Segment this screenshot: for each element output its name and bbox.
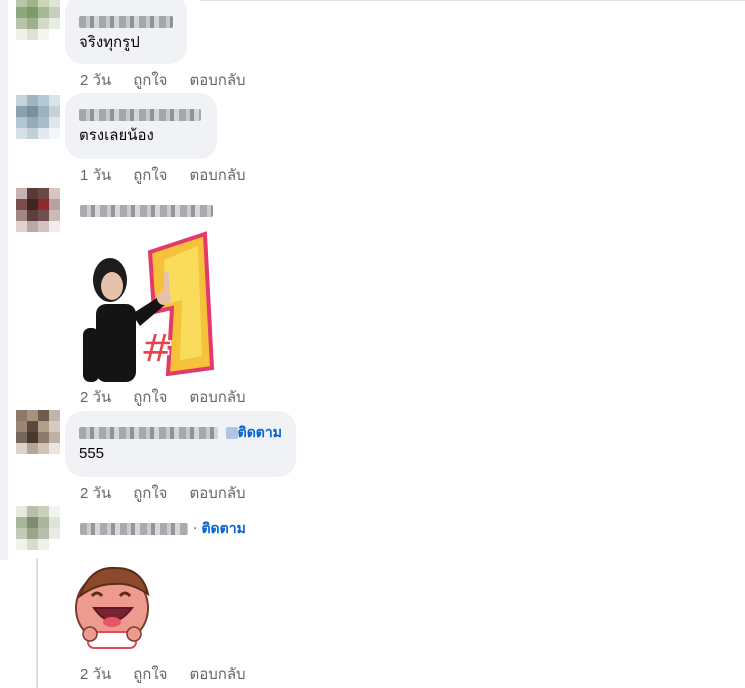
avatar[interactable] [16, 188, 60, 232]
separator-dot: · [193, 521, 198, 537]
left-rail [0, 0, 8, 560]
comment-text: ตรงเลยน้อง [79, 127, 154, 144]
verified-mark [225, 427, 238, 439]
comment-text: 555 [79, 445, 105, 462]
reply-button[interactable]: ตอบกลับ [189, 163, 245, 187]
comment-time-link[interactable]: 1 วัน [80, 163, 111, 187]
comment-time-link[interactable]: 2 วัน [80, 481, 111, 505]
commenter-name[interactable] [79, 105, 203, 125]
comment-header: · ติดตาม [80, 519, 246, 539]
comment-actions: 1 วัน ถูกใจ ตอบกลับ [80, 163, 246, 187]
avatar[interactable] [16, 95, 60, 139]
commenter-name[interactable] [79, 427, 218, 439]
avatar[interactable] [16, 506, 60, 550]
comment-time-link[interactable]: 2 วัน [80, 662, 111, 686]
comment-actions: 2 วัน ถูกใจ ตอบกลับ [80, 68, 246, 92]
comment-text: จริงทุกรูป [79, 34, 140, 51]
comment-actions: 2 วัน ถูกใจ ตอบกลับ [80, 385, 246, 409]
comment-time-link[interactable]: 2 วัน [80, 68, 111, 92]
reply-button[interactable]: ตอบกลับ [189, 385, 245, 409]
comment-actions: 2 วัน ถูกใจ ตอบกลับ [80, 481, 246, 505]
svg-text:#: # [140, 326, 174, 372]
like-button[interactable]: ถูกใจ [133, 385, 167, 409]
like-button[interactable]: ถูกใจ [133, 662, 167, 686]
like-button[interactable]: ถูกใจ [133, 68, 167, 92]
follow-link[interactable]: ติดตาม [201, 518, 245, 540]
comment-bubble: ติดตาม 555 [65, 411, 296, 477]
number-one-sticker: # [80, 230, 215, 382]
commenter-name[interactable] [80, 523, 188, 535]
reply-thread-line [36, 558, 38, 688]
top-divider [200, 0, 745, 1]
comment-time-link[interactable]: 2 วัน [80, 385, 111, 409]
comment-bubble: ตรงเลยน้อง [65, 93, 217, 159]
avatar[interactable] [16, 0, 60, 40]
laughing-character-sticker [70, 560, 154, 652]
reply-button[interactable]: ตอบกลับ [189, 662, 245, 686]
comment-actions: 2 วัน ถูกใจ ตอบกลับ [80, 662, 246, 686]
comment-bubble: จริงทุกรูป [65, 0, 187, 64]
like-button[interactable]: ถูกใจ [133, 163, 167, 187]
commenter-name[interactable] [79, 12, 173, 32]
reply-button[interactable]: ตอบกลับ [189, 68, 245, 92]
avatar[interactable] [16, 410, 60, 454]
follow-link[interactable]: ติดตาม [238, 422, 282, 444]
like-button[interactable]: ถูกใจ [133, 481, 167, 505]
reply-button[interactable]: ตอบกลับ [189, 481, 245, 505]
commenter-name[interactable] [80, 201, 213, 221]
